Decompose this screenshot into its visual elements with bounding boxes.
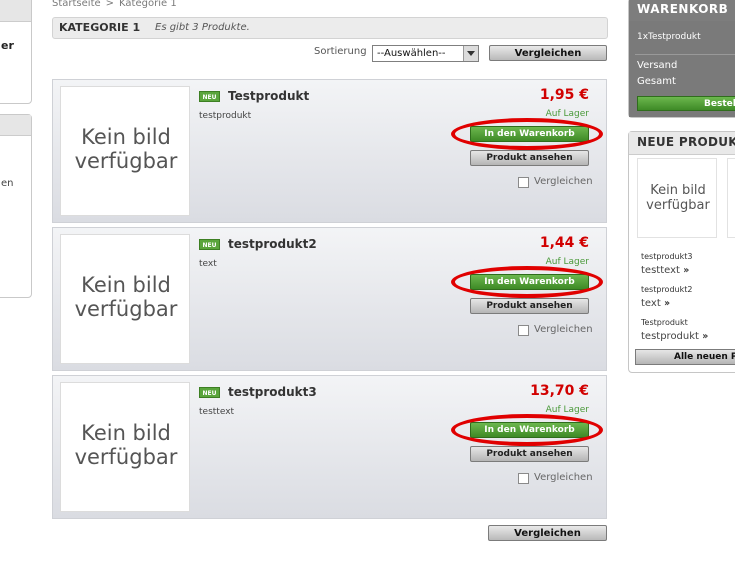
left-sidebar-box-top: er (0, 0, 32, 104)
compare-label: Vergleichen (534, 324, 593, 335)
new-product-name[interactable]: testprodukt2 (641, 285, 692, 294)
sort-label: Sortierung (314, 46, 367, 57)
product-image-placeholder[interactable]: Kein bild verfügbar (60, 382, 190, 512)
new-products-box: NEUE PRODUK Kein bild verfügbar testprod… (628, 131, 735, 373)
chevron-down-icon (463, 46, 478, 61)
product-card: Kein bild verfügbar NEU testprodukt2 tex… (52, 227, 607, 371)
product-count: Es gibt 3 Produkte. (155, 22, 250, 33)
compare-button-bottom[interactable]: Vergleichen (488, 525, 607, 541)
no-image-line2: verfügbar (74, 445, 178, 469)
left-box-header (0, 0, 31, 22)
stock-status: Auf Lager (545, 109, 589, 119)
new-product-name[interactable]: testprodukt3 (641, 252, 692, 261)
product-image-placeholder[interactable]: Kein bild verfügbar (60, 234, 190, 364)
sort-select[interactable]: --Auswählen-- (372, 45, 479, 62)
category-title: KATEGORIE 1 (59, 21, 141, 34)
new-product-desc-text: testprodukt (641, 331, 699, 342)
product-card: Kein bild verfügbar NEU Testprodukt test… (52, 79, 607, 223)
no-image-line2: verfügbar (74, 149, 178, 173)
cart-box: WARENKORB 1xTestprodukt Versand Gesamt B… (628, 0, 735, 118)
all-new-products-button[interactable]: Alle neuen P (635, 349, 735, 365)
left-box-header (0, 115, 31, 136)
no-image-line1: Kein bild (650, 183, 706, 198)
new-product-desc[interactable]: testprodukt ›› (641, 331, 709, 342)
new-badge: NEU (199, 239, 220, 250)
product-card: Kein bild verfügbar NEU testprodukt3 tes… (52, 375, 607, 519)
product-title[interactable]: Testprodukt (228, 89, 309, 103)
compare-label: Vergleichen (534, 176, 593, 187)
product-price: 1,95 € (539, 87, 589, 103)
shipping-label: Versand (637, 60, 678, 71)
chevron-right-icon: ›› (702, 331, 708, 342)
add-to-cart-button[interactable]: In den Warenkorb (470, 422, 589, 438)
product-title[interactable]: testprodukt2 (228, 237, 317, 251)
compare-button-top[interactable]: Vergleichen (489, 45, 607, 61)
no-image-text: Kein bild verfügbar (61, 125, 191, 173)
new-badge: NEU (199, 387, 220, 398)
product-price: 13,70 € (530, 383, 589, 399)
view-product-button[interactable]: Produkt ansehen (470, 298, 589, 314)
new-product-thumbnail[interactable]: Kein bild verfügbar (637, 158, 717, 238)
breadcrumb-current: Kategorie 1 (119, 0, 177, 9)
new-product-desc[interactable]: text ›› (641, 298, 670, 309)
new-product-name[interactable]: Testprodukt (641, 318, 688, 327)
cart-divider (635, 54, 735, 55)
new-product-thumbnail[interactable] (727, 158, 735, 238)
left-sidebar-box-bottom: en (0, 114, 32, 298)
cart-title[interactable]: WARENKORB (637, 2, 728, 16)
total-label: Gesamt (637, 76, 676, 87)
new-products-title: NEUE PRODUK (637, 135, 735, 149)
add-to-cart-button[interactable]: In den Warenkorb (470, 126, 589, 142)
chevron-right-icon: ›› (663, 298, 670, 309)
sort-selected-value: --Auswählen-- (377, 48, 446, 59)
product-description: testprodukt (199, 111, 252, 121)
product-image-placeholder[interactable]: Kein bild verfügbar (60, 86, 190, 216)
product-title[interactable]: testprodukt3 (228, 385, 317, 399)
product-description: testtext (199, 407, 235, 417)
view-product-button[interactable]: Produkt ansehen (470, 446, 589, 462)
no-image-line2: verfügbar (646, 198, 710, 213)
breadcrumb-home-link[interactable]: Startseite (52, 0, 101, 9)
compare-checkbox[interactable] (518, 177, 529, 188)
no-image-text: Kein bild verfügbar (61, 273, 191, 321)
stock-status: Auf Lager (545, 405, 589, 415)
no-image-line2: verfügbar (74, 297, 178, 321)
no-image-line1: Kein bild (81, 273, 171, 297)
left-box-text: er (1, 39, 14, 52)
breadcrumb-separator: > (105, 0, 115, 9)
breadcrumb: Startseite > Kategorie 1 (52, 0, 177, 9)
new-product-desc-text: text (641, 298, 661, 309)
stock-status: Auf Lager (545, 257, 589, 267)
product-description: text (199, 259, 217, 269)
no-image-text: Kein bild verfügbar (638, 183, 718, 213)
new-product-desc[interactable]: testtext ›› (641, 265, 690, 276)
view-product-button[interactable]: Produkt ansehen (470, 150, 589, 166)
product-price: 1,44 € (539, 235, 589, 251)
new-badge: NEU (199, 91, 220, 102)
compare-checkbox[interactable] (518, 325, 529, 336)
category-header: KATEGORIE 1 Es gibt 3 Produkte. (52, 17, 608, 39)
order-button[interactable]: Bestel (637, 96, 735, 111)
new-product-desc-text: testtext (641, 265, 680, 276)
no-image-line1: Kein bild (81, 421, 171, 445)
chevron-right-icon: ›› (683, 265, 689, 276)
compare-label: Vergleichen (534, 472, 593, 483)
no-image-text: Kein bild verfügbar (61, 421, 191, 469)
no-image-line1: Kein bild (81, 125, 171, 149)
compare-checkbox[interactable] (518, 473, 529, 484)
add-to-cart-button[interactable]: In den Warenkorb (470, 274, 589, 290)
left-box-text: en (1, 178, 14, 189)
cart-item[interactable]: 1xTestprodukt (637, 32, 701, 42)
